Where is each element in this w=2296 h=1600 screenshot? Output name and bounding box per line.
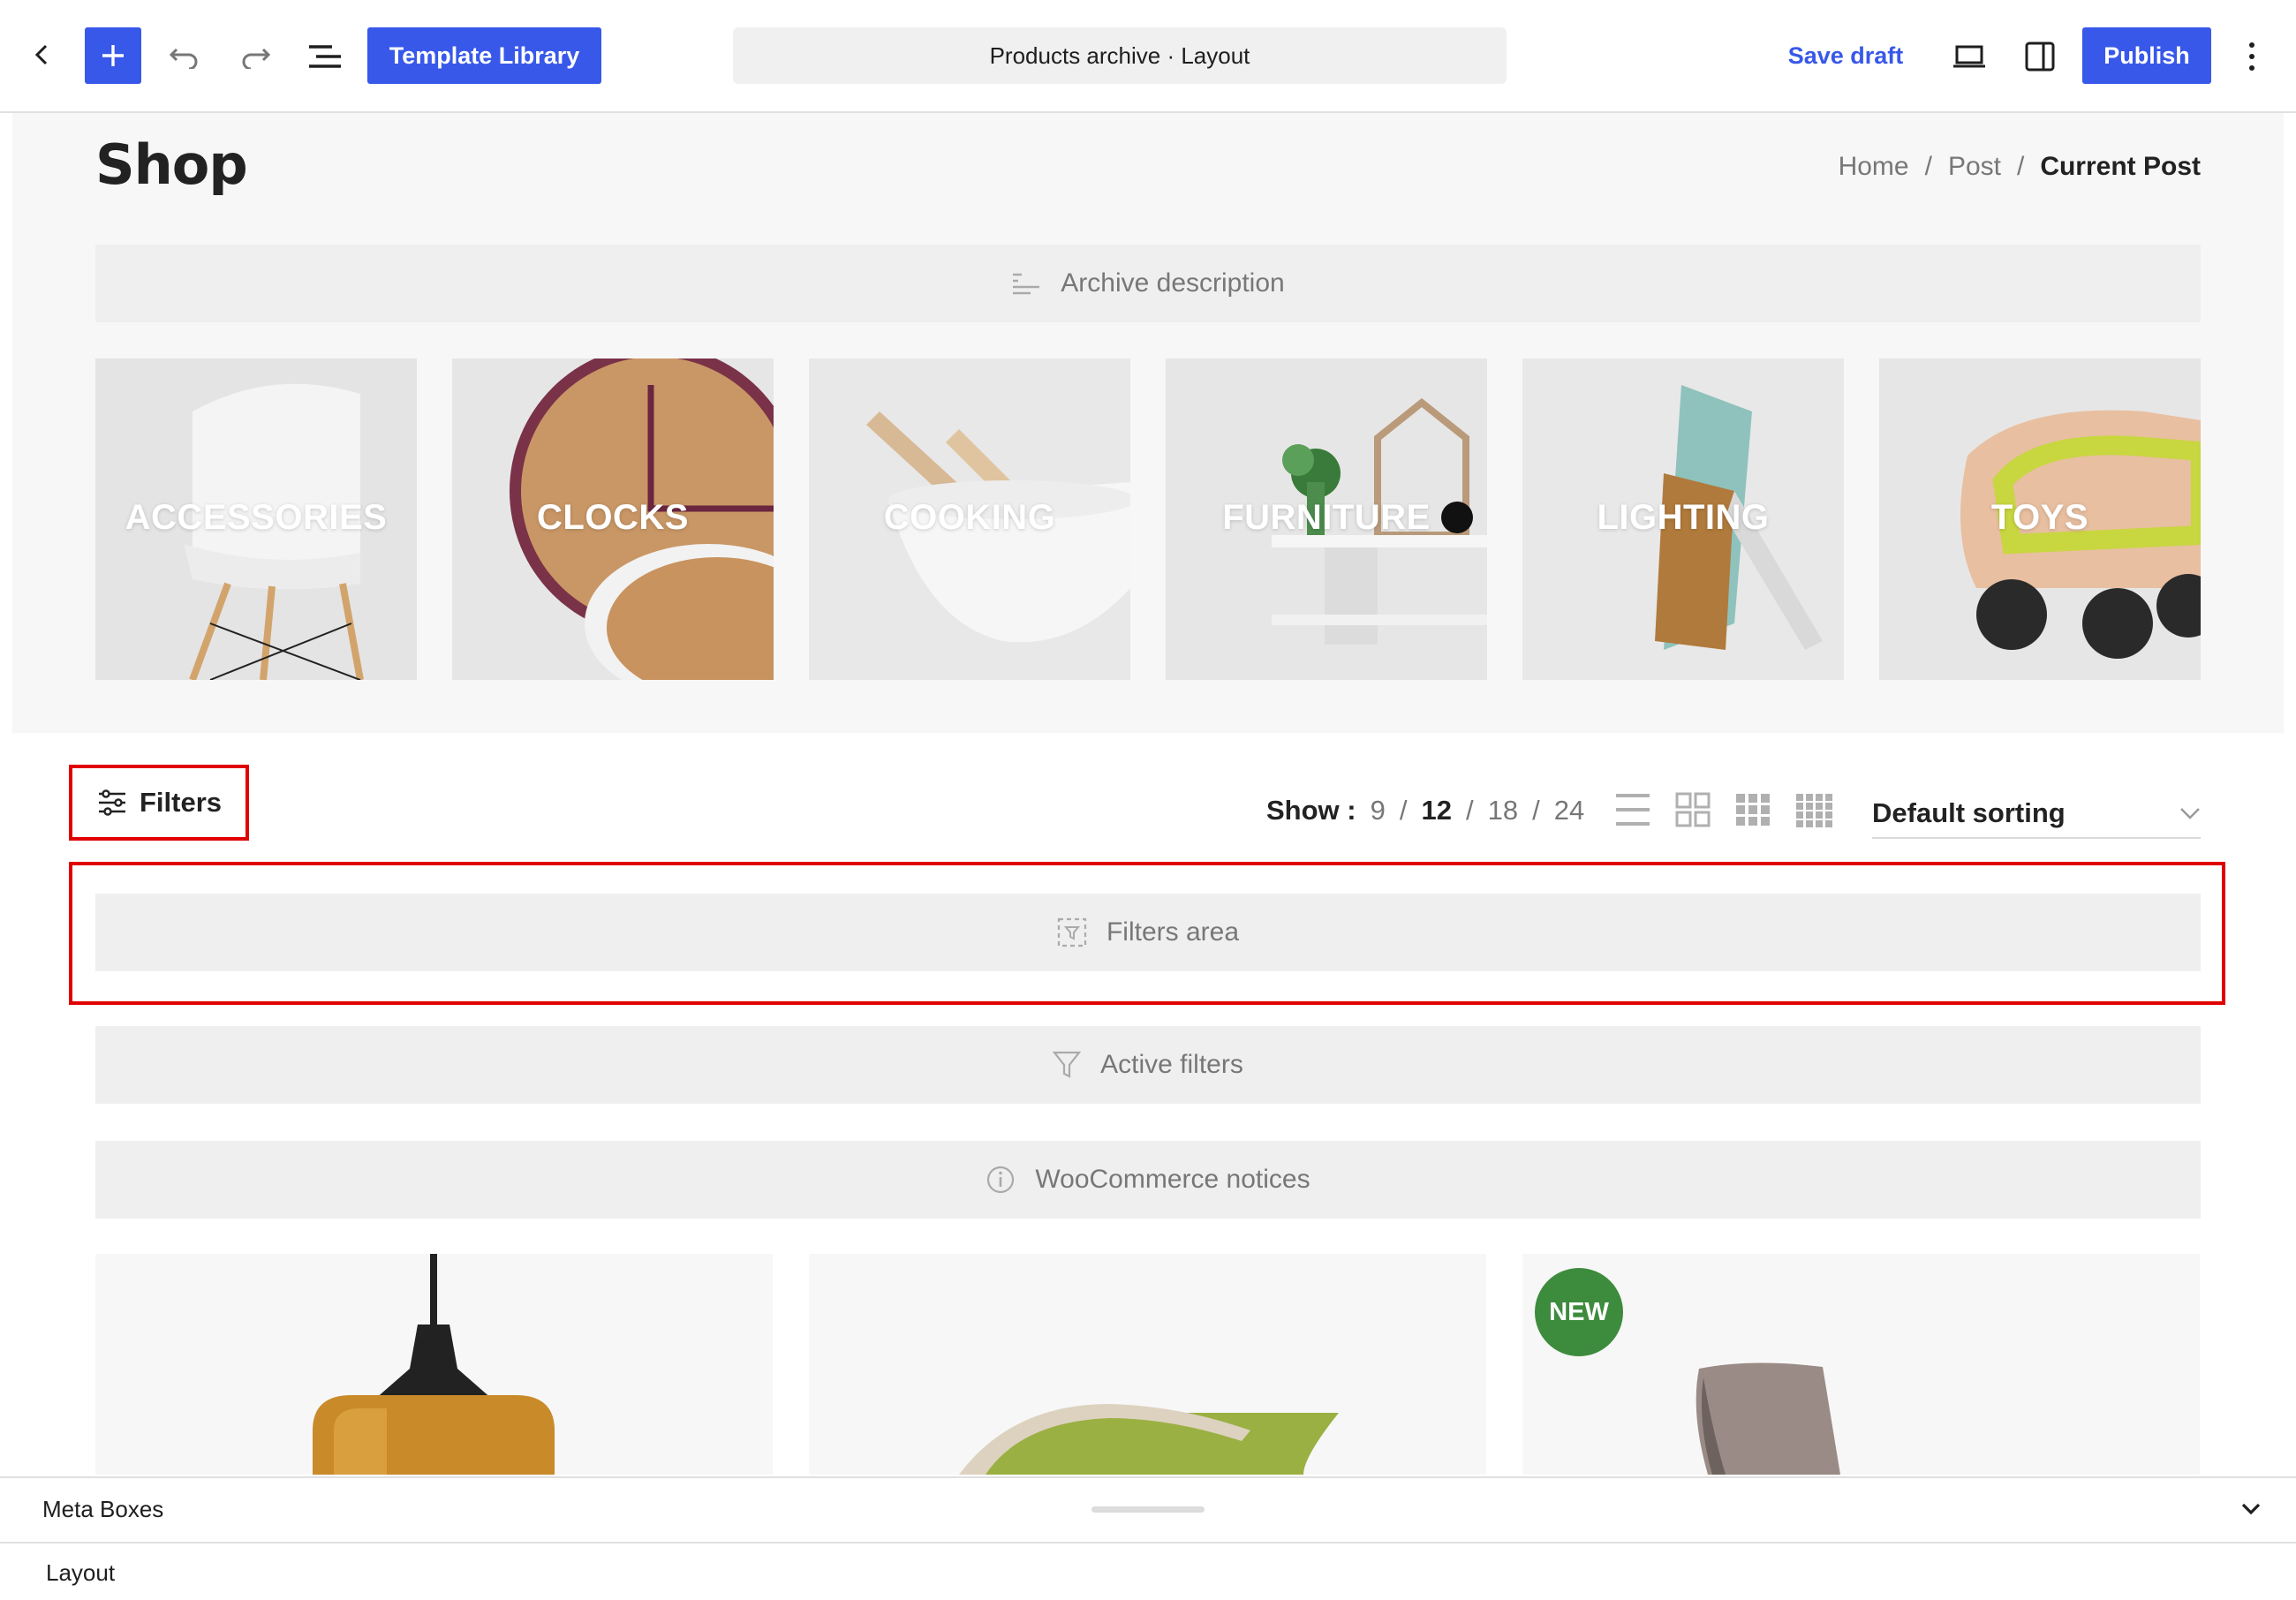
sliders-icon <box>99 789 125 816</box>
breadcrumb-current: Current Post <box>2040 152 2201 181</box>
product-card[interactable] <box>95 1254 773 1475</box>
funnel-icon <box>1053 1051 1082 1078</box>
publish-button[interactable]: Publish <box>2082 27 2211 84</box>
info-icon <box>987 1166 1015 1194</box>
filter-box-icon <box>1057 917 1087 947</box>
redo-icon[interactable] <box>235 35 276 76</box>
text-lines-icon <box>1013 273 1040 295</box>
category-label: CLOCKS <box>537 498 689 537</box>
per-page-separator: / <box>1399 795 1408 826</box>
breadcrumb-separator: / <box>1924 152 1932 181</box>
category-label: LIGHTING <box>1597 498 1770 537</box>
product-card[interactable] <box>1522 1254 2200 1475</box>
per-page-option[interactable]: 9 <box>1371 795 1386 826</box>
per-page-separator: / <box>1465 795 1474 826</box>
meta-boxes-header[interactable]: Meta Boxes <box>0 1478 2296 1543</box>
page-title: Shop <box>95 132 248 197</box>
template-library-button[interactable]: Template Library <box>367 27 601 84</box>
archive-description-label: Archive description <box>1061 268 1285 298</box>
undo-icon[interactable] <box>164 35 205 76</box>
view-mode-switcher <box>1614 792 1835 827</box>
products-per-page: Show : 9 / 12 / 18 / 24 <box>1266 795 1584 826</box>
filters-label: Filters <box>140 787 223 818</box>
save-draft-button[interactable]: Save draft <box>1775 27 1916 84</box>
per-page-option[interactable]: 18 <box>1488 795 1518 826</box>
meta-layout-section[interactable]: Layout <box>46 1559 115 1587</box>
product-card[interactable] <box>809 1254 1486 1475</box>
category-label: ACCESSORIES <box>125 498 388 537</box>
document-overview-icon[interactable] <box>304 35 346 78</box>
plus-icon <box>102 45 124 66</box>
grid-2-view-icon[interactable] <box>1674 792 1711 827</box>
filters-area-block[interactable]: Filters area <box>95 894 2201 971</box>
category-tile-clocks[interactable]: CLOCKS <box>452 358 774 680</box>
meta-boxes-title: Meta Boxes <box>42 1496 164 1522</box>
category-tile-lighting[interactable]: LIGHTING <box>1522 358 1844 680</box>
per-page-option-active[interactable]: 12 <box>1421 795 1451 826</box>
active-filters-label: Active filters <box>1100 1050 1243 1079</box>
category-label: COOKING <box>883 498 1056 537</box>
active-filters-block[interactable]: Active filters <box>95 1026 2201 1104</box>
chevron-down-icon[interactable] <box>2239 1498 2262 1519</box>
category-grid: ACCESSORIES CLOCKS COOKING FURNITURE LIG… <box>95 358 2201 680</box>
filters-button[interactable]: Filters <box>69 765 249 841</box>
per-page-option[interactable]: 24 <box>1554 795 1584 826</box>
breadcrumb-post[interactable]: Post <box>1948 152 2001 182</box>
category-tile-cooking[interactable]: COOKING <box>809 358 1130 680</box>
category-label: FURNITURE <box>1222 498 1431 537</box>
breadcrumb-separator: / <box>2016 152 2025 181</box>
meta-boxes-panel: Meta Boxes Layout <box>0 1476 2296 1600</box>
category-tile-accessories[interactable]: ACCESSORIES <box>95 358 417 680</box>
sorting-select[interactable]: Default sorting <box>1872 789 2201 839</box>
editor-top-bar: Template Library Products archive · Layo… <box>0 0 2296 113</box>
list-view-icon[interactable] <box>1614 792 1651 827</box>
grid-4-view-icon[interactable] <box>1794 792 1835 827</box>
chair-image <box>1696 1362 1840 1475</box>
add-block-button[interactable] <box>85 27 141 84</box>
per-page-separator: / <box>1532 795 1540 826</box>
category-label: TOYS <box>1990 498 2089 537</box>
desktop-preview-icon[interactable] <box>1948 35 1990 78</box>
category-tile-furniture[interactable]: FURNITURE <box>1166 358 1487 680</box>
category-tile-toys[interactable]: TOYS <box>1879 358 2201 680</box>
breadcrumb-home[interactable]: Home <box>1839 152 1909 182</box>
document-title[interactable]: Products archive · Layout <box>733 27 1507 84</box>
breadcrumb: Home / Post / Current Post <box>1839 152 2201 182</box>
settings-sidebar-icon[interactable] <box>2019 35 2061 78</box>
pendant-lamp-image <box>313 1254 555 1475</box>
woocommerce-notices-label: WooCommerce notices <box>1035 1165 1310 1194</box>
resize-handle[interactable] <box>1091 1506 1205 1513</box>
stool-image <box>959 1404 1339 1475</box>
sorting-value: Default sorting <box>1872 797 2066 828</box>
filters-area-label: Filters area <box>1106 917 1240 947</box>
more-options-icon[interactable] <box>2234 35 2270 78</box>
archive-description-block[interactable]: Archive description <box>95 245 2201 322</box>
show-label: Show : <box>1266 795 1356 826</box>
grid-3-view-icon[interactable] <box>1734 792 1771 827</box>
back-chevron-icon[interactable] <box>23 35 62 74</box>
new-badge: NEW <box>1535 1268 1623 1356</box>
woocommerce-notices-block[interactable]: WooCommerce notices <box>95 1141 2201 1219</box>
chevron-down-icon <box>2180 808 2200 819</box>
